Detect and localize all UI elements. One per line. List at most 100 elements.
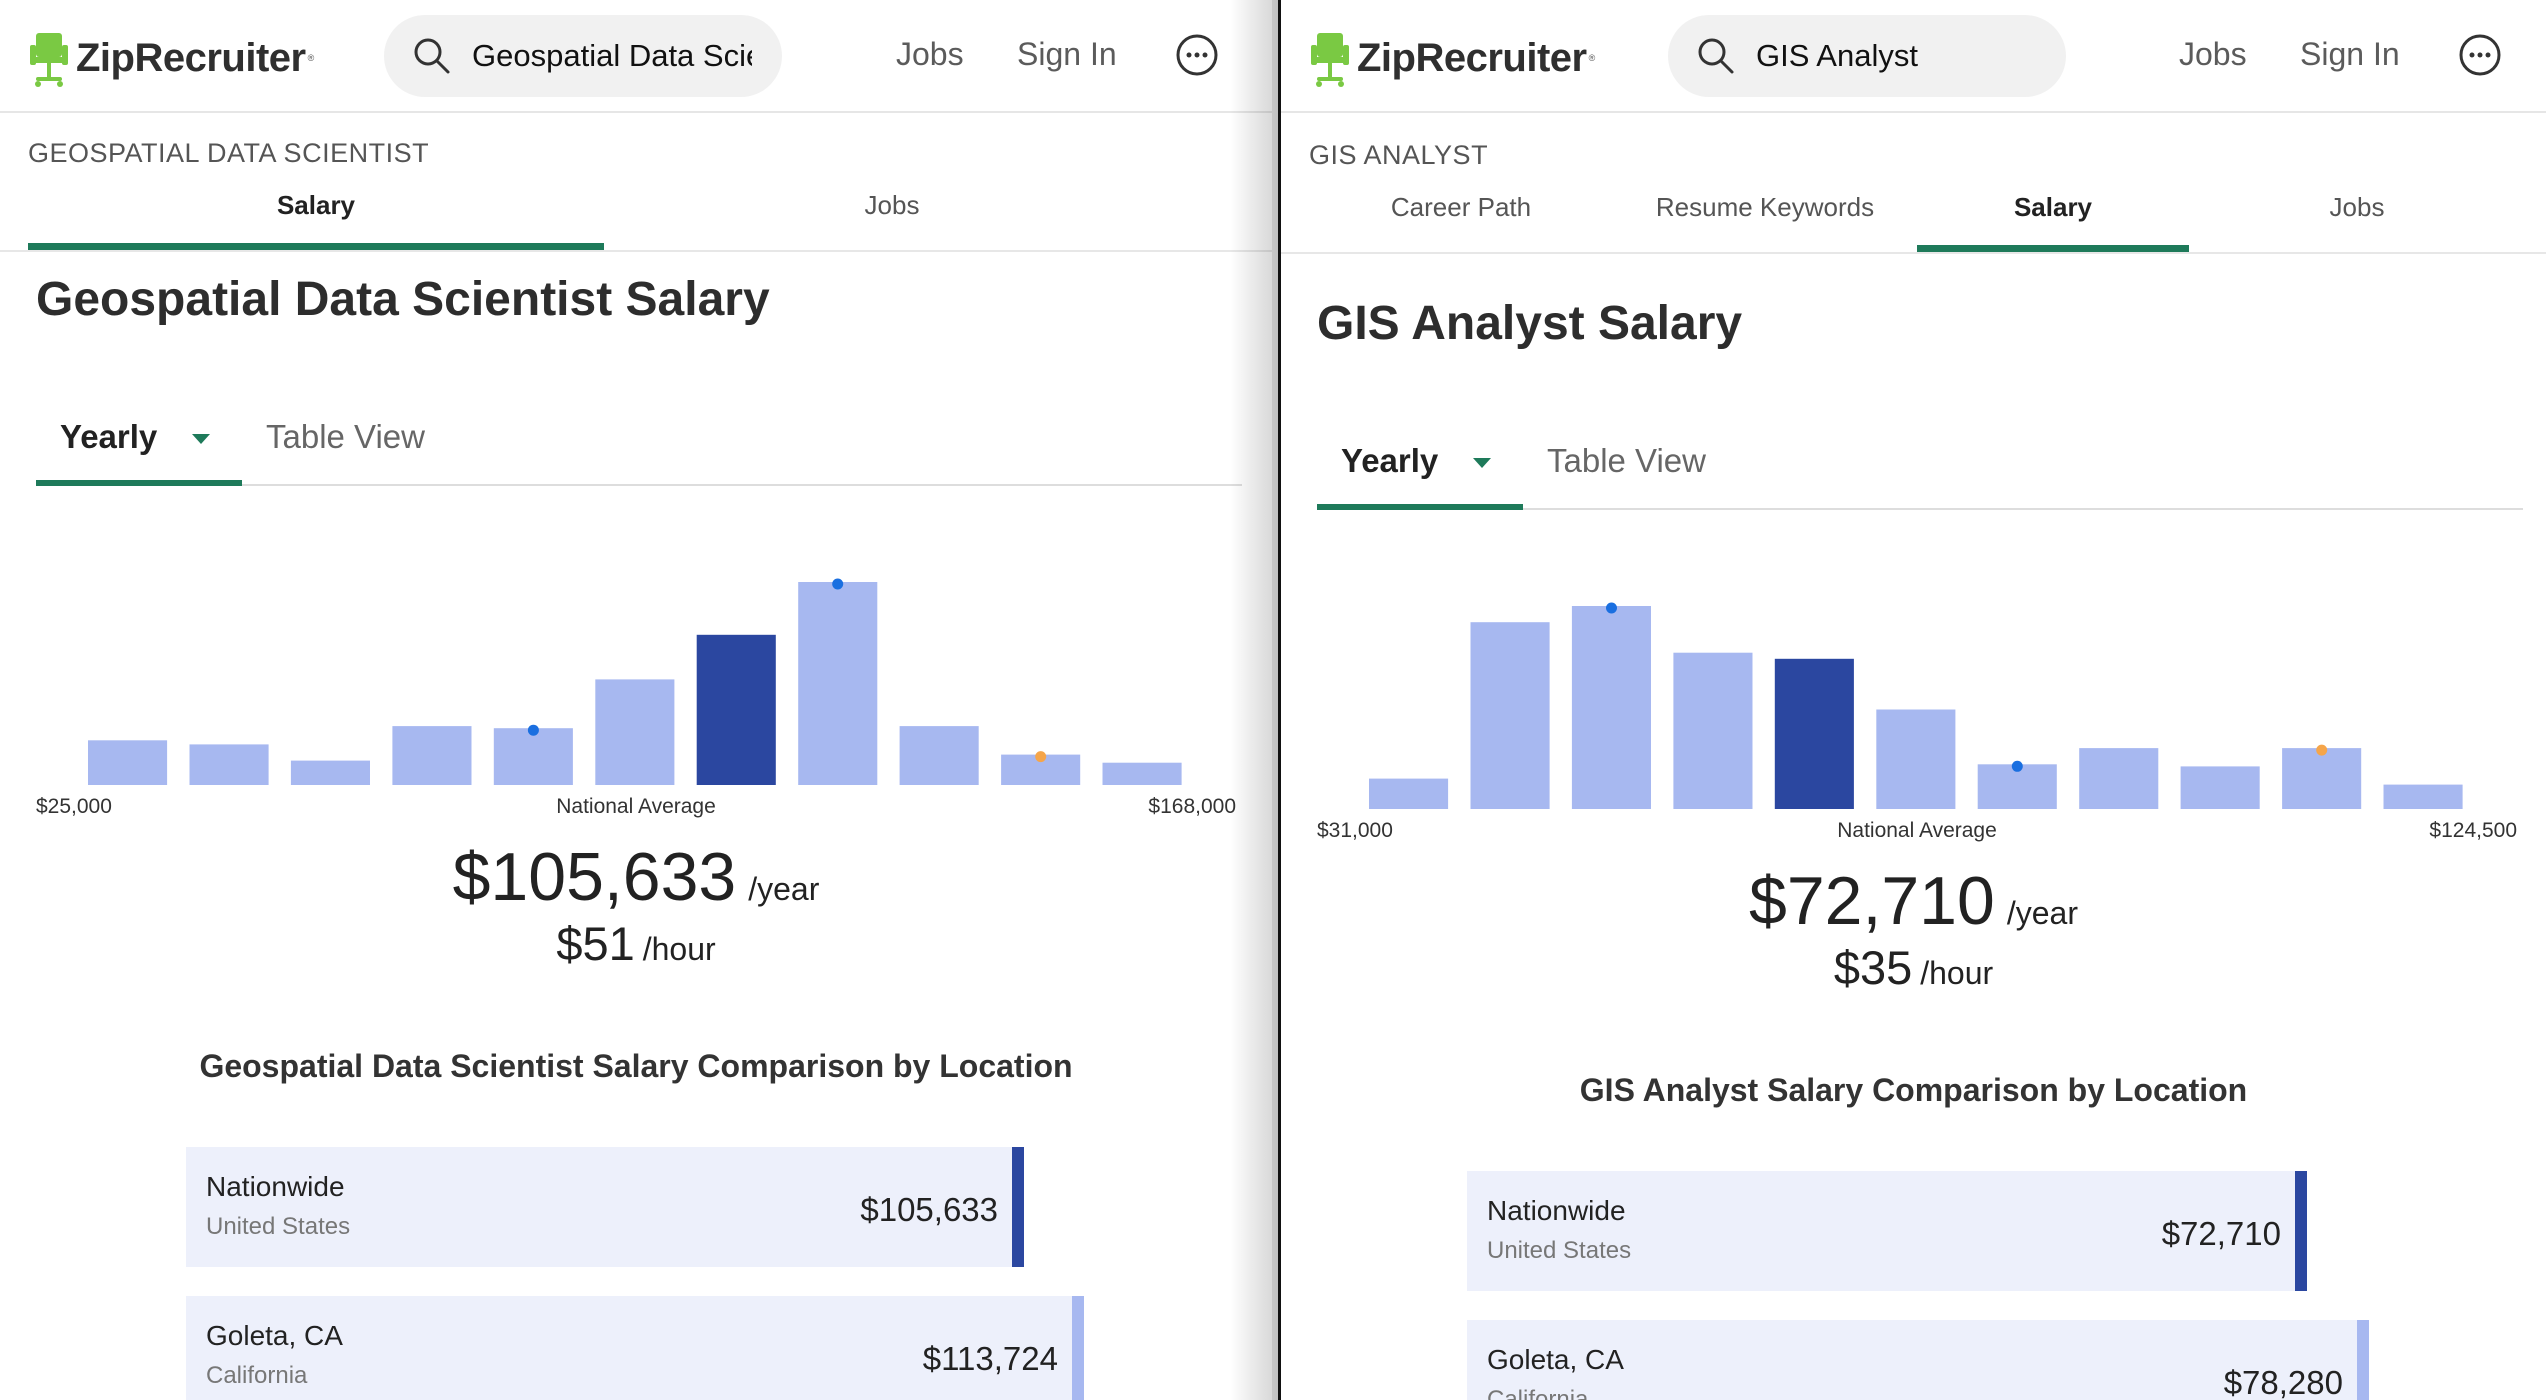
chevron-down-icon[interactable] [1473, 458, 1491, 468]
brand-name: ZipRecruiter [76, 35, 306, 80]
comparison-title: Geospatial Data Scientist Salary Compari… [199, 1048, 1073, 1084]
histogram-bar [189, 744, 269, 785]
nav-jobs-link[interactable]: Jobs [2179, 36, 2247, 73]
histogram-marker-blue [2011, 760, 2023, 772]
location-row[interactable]: Goleta, CA California $113,724 [186, 1296, 1084, 1400]
hourly-salary-value: $35 [1833, 941, 1913, 994]
location-row[interactable]: Goleta, CA California $78,280 [1467, 1320, 2369, 1400]
nav-signin-link[interactable]: Sign In [1017, 36, 1117, 73]
histogram-bar [290, 760, 370, 785]
x-max-label: $168,000 [1148, 795, 1236, 818]
location-state: United States [206, 1213, 351, 1240]
tab-label: Salary [276, 190, 356, 220]
tab-career-path[interactable]: Career Path [1309, 192, 1613, 252]
average-salary-year: $105,633/year [0, 838, 1272, 916]
location-salary: $78,280 [2223, 1364, 2343, 1400]
tab-salary[interactable]: Salary [28, 190, 604, 250]
yearly-dropdown[interactable]: Yearly [1341, 442, 1438, 480]
histogram-bar [798, 582, 878, 785]
per-hour-unit: /hour [1920, 955, 1994, 991]
location-salary: $72,710 [2161, 1215, 2281, 1252]
search-input[interactable]: Geospatial Data Scie [472, 38, 752, 74]
histogram-bar [1673, 652, 1753, 809]
active-tab-indicator [1917, 245, 2189, 252]
location-bar [2295, 1171, 2307, 1291]
histogram-bar [1876, 709, 1956, 809]
yearly-dropdown[interactable]: Yearly [60, 418, 157, 456]
job-title-breadcrumb: GEOSPATIAL DATA SCIENTIST [28, 138, 430, 168]
x-max-label: $124,500 [2429, 819, 2517, 842]
search-box[interactable]: GIS Analyst [1668, 15, 2066, 97]
histogram-bar [1571, 606, 1651, 809]
more-options-icon[interactable] [2459, 34, 2501, 76]
active-view-indicator [1317, 504, 1523, 510]
view-divider [242, 484, 1242, 486]
histogram-bar [88, 740, 168, 785]
brand-name: ZipRecruiter [1357, 35, 1587, 80]
tab-resume-keywords[interactable]: Resume Keywords [1613, 192, 1917, 252]
location-row[interactable]: Nationwide United States $105,633 [186, 1147, 1024, 1267]
page-title: Geospatial Data Scientist Salary [36, 273, 770, 326]
chair-logo-icon [30, 33, 68, 87]
search-input[interactable]: GIS Analyst [1756, 38, 2036, 74]
tab-label: Jobs [2329, 192, 2385, 222]
location-name: Goleta, CA [206, 1320, 343, 1351]
histogram-marker-blue [1606, 602, 1617, 614]
histogram-bar [2383, 784, 2463, 809]
trademark-symbol: ® [1588, 53, 1596, 63]
histogram-bar [899, 726, 979, 785]
location-salary: $113,724 [922, 1340, 1058, 1377]
section-tabs: Salary Jobs [28, 190, 1268, 250]
section-tabs: Career Path Resume Keywords Salary Jobs [1309, 192, 2546, 252]
histogram-bar [493, 728, 573, 785]
tab-label: Jobs [864, 190, 920, 220]
tabs-divider [1281, 252, 2546, 254]
salary-histogram [1317, 594, 2517, 819]
view-divider [1523, 508, 2523, 510]
site-header: ZipRecruiter ® GIS Analyst Jobs Sign In [1281, 0, 2546, 113]
page-title: GIS Analyst Salary [1317, 297, 1743, 350]
nav-jobs-link[interactable]: Jobs [896, 36, 964, 73]
average-salary-hour: $35/hour [1281, 940, 2546, 995]
chevron-down-icon[interactable] [192, 434, 210, 444]
more-options-icon[interactable] [1176, 34, 1218, 76]
histogram-marker-orange [2316, 744, 2328, 756]
active-view-indicator [36, 480, 242, 486]
tab-salary[interactable]: Salary [1917, 192, 2189, 252]
table-view-tab[interactable]: Table View [266, 418, 425, 456]
location-bar [2357, 1320, 2369, 1400]
per-hour-unit: /hour [642, 931, 716, 967]
histogram-marker-blue [832, 578, 844, 590]
yearly-salary-value: $72,710 [1749, 863, 1995, 939]
ziprecruiter-logo[interactable]: ZipRecruiter ® [1311, 28, 1595, 88]
ziprecruiter-logo[interactable]: ZipRecruiter ® [30, 28, 314, 88]
trademark-symbol: ® [307, 53, 315, 63]
search-icon [414, 38, 450, 74]
location-salary: $105,633 [860, 1191, 998, 1228]
location-name: Nationwide [1487, 1195, 1626, 1226]
left-browser-panel: ZipRecruiter ® Geospatial Data Scie Jobs … [0, 0, 1272, 1400]
histogram-bar-national-average [1774, 658, 1854, 809]
histogram-bar [392, 726, 472, 785]
salary-histogram [36, 570, 1236, 795]
location-state: California [1487, 1386, 1589, 1400]
histogram-bar [1369, 778, 1449, 809]
comparison-title: GIS Analyst Salary Comparison by Locatio… [1579, 1072, 2248, 1108]
histogram-bar [2079, 748, 2159, 809]
nav-signin-link[interactable]: Sign In [2300, 36, 2400, 73]
tab-jobs[interactable]: Jobs [2189, 192, 2525, 252]
histogram-bar [1470, 622, 1550, 809]
location-row[interactable]: Nationwide United States $72,710 [1467, 1171, 2307, 1291]
view-switcher: Yearly Table View [36, 418, 1242, 488]
average-salary-year: $72,710/year [1281, 862, 2546, 940]
tab-jobs[interactable]: Jobs [604, 190, 1180, 250]
hourly-salary-value: $51 [556, 917, 635, 970]
active-tab-indicator [28, 243, 604, 250]
search-icon [1698, 38, 1734, 74]
histogram-svg [1369, 602, 2463, 809]
histogram-bar [2180, 766, 2260, 809]
table-view-tab[interactable]: Table View [1547, 442, 1706, 480]
tab-label: Career Path [1390, 192, 1532, 222]
location-bar [1012, 1147, 1024, 1267]
search-box[interactable]: Geospatial Data Scie [384, 15, 782, 97]
